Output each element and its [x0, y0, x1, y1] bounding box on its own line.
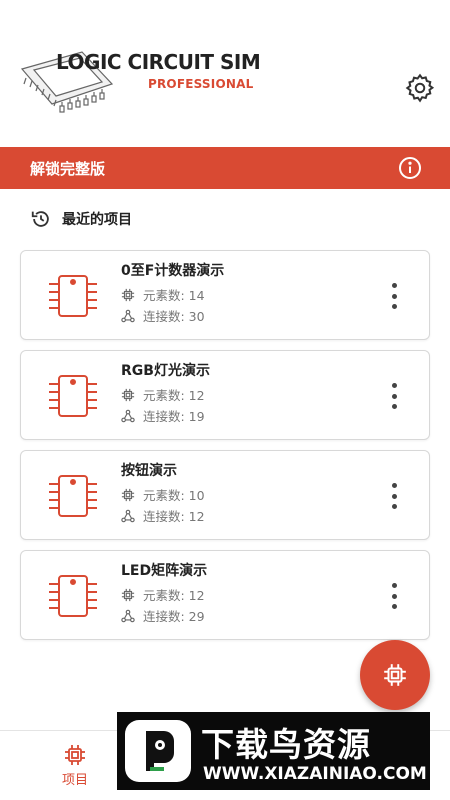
- nav-item-label: 项目: [61, 773, 88, 788]
- project-card[interactable]: LED矩阵演示 元素数: 12 连接数: 29: [20, 550, 430, 640]
- connection-count: 连接数: 19: [121, 406, 205, 425]
- watermark-url: WWW.XIAZAINIAO.COM: [203, 764, 427, 784]
- project-card[interactable]: RGB灯光演示 元素数: 12 连接数: 19: [20, 350, 430, 440]
- unlock-full-version-banner[interactable]: 解锁完整版: [0, 147, 450, 189]
- component-icon: [121, 388, 135, 401]
- app-title: LOGIC CIRCUIT SIM: [56, 50, 261, 74]
- more-options-button[interactable]: [389, 483, 399, 509]
- info-icon[interactable]: [398, 156, 422, 180]
- chip-icon: [49, 275, 97, 317]
- component-icon: [121, 588, 135, 601]
- connection-count-label: 连接数: 30: [143, 309, 205, 324]
- settings-button[interactable]: [402, 70, 438, 106]
- history-icon: [31, 211, 49, 227]
- connection-icon: [121, 509, 135, 522]
- bird-logo-icon: [125, 720, 191, 782]
- element-count: 元素数: 12: [121, 385, 205, 404]
- connection-count: 连接数: 29: [121, 606, 205, 625]
- chip-icon: [384, 664, 406, 686]
- connection-count-label: 连接数: 29: [143, 609, 205, 624]
- connection-count: 连接数: 12: [121, 506, 205, 525]
- element-count-label: 元素数: 10: [143, 488, 205, 503]
- connection-count-label: 连接数: 12: [143, 509, 205, 524]
- connection-count: 连接数: 30: [121, 306, 205, 325]
- app-header: LOGIC CIRCUIT SIM PROFESSIONAL: [0, 0, 450, 145]
- new-project-fab[interactable]: [360, 640, 430, 710]
- recent-projects-heading: 最近的项目: [30, 208, 132, 230]
- element-count: 元素数: 10: [121, 485, 205, 504]
- more-options-button[interactable]: [389, 583, 399, 609]
- chip-icon: [49, 475, 97, 517]
- connection-icon: [121, 309, 135, 322]
- element-count: 元素数: 12: [121, 585, 205, 604]
- element-count-label: 元素数: 12: [143, 588, 205, 603]
- project-card[interactable]: 0至F计数器演示 元素数: 14 连接数: 30: [20, 250, 430, 340]
- element-count: 元素数: 14: [121, 285, 205, 304]
- chip-icon: [65, 745, 85, 765]
- element-count-label: 元素数: 14: [143, 288, 205, 303]
- connection-count-label: 连接数: 19: [143, 409, 205, 424]
- project-title: LED矩阵演示: [121, 563, 208, 579]
- component-icon: [121, 288, 135, 301]
- connection-icon: [121, 409, 135, 422]
- connection-icon: [121, 609, 135, 622]
- app-subtitle: PROFESSIONAL: [148, 77, 254, 91]
- more-options-button[interactable]: [389, 283, 399, 309]
- gear-icon: [405, 73, 435, 103]
- nav-item-projects[interactable]: 项目: [45, 743, 105, 788]
- watermark-title: 下载鸟资源: [201, 725, 371, 764]
- unlock-label: 解锁完整版: [30, 159, 106, 178]
- element-count-label: 元素数: 12: [143, 388, 205, 403]
- project-card[interactable]: 按钮演示 元素数: 10 连接数: 12: [20, 450, 430, 540]
- more-options-button[interactable]: [389, 383, 399, 409]
- chip-icon: [49, 575, 97, 617]
- watermark-banner: 下载鸟资源 WWW.XIAZAINIAO.COM: [117, 712, 430, 790]
- project-title: RGB灯光演示: [121, 363, 210, 379]
- component-icon: [121, 488, 135, 501]
- recent-projects-label: 最近的项目: [62, 212, 132, 228]
- project-title: 0至F计数器演示: [121, 263, 225, 279]
- project-title: 按钮演示: [121, 463, 177, 479]
- chip-icon: [49, 375, 97, 417]
